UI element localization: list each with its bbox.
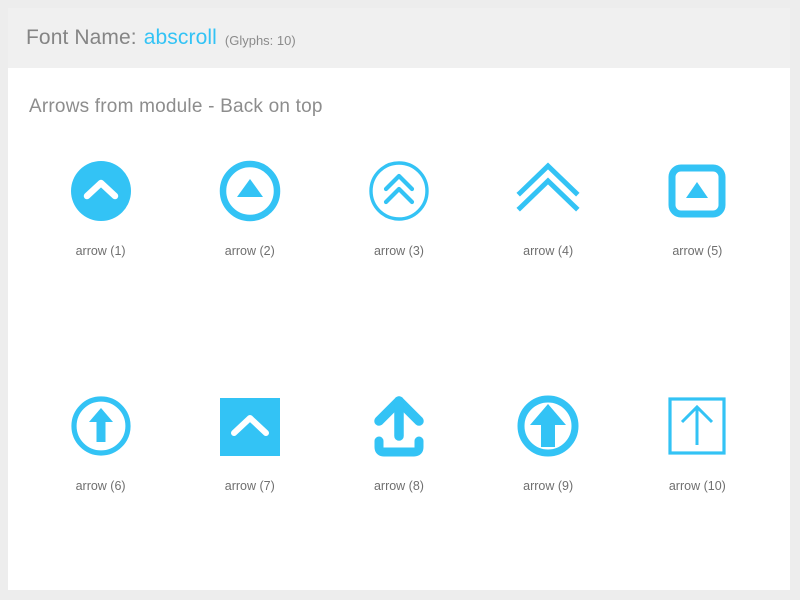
arrow-up-bold-circle-outline-icon[interactable] <box>505 383 591 469</box>
triangle-up-rounded-square-outline-icon[interactable] <box>654 148 740 234</box>
glyph-label: arrow (1) <box>75 244 126 258</box>
glyph-item[interactable]: arrow (7) <box>175 375 324 590</box>
glyph-label: arrow (10) <box>668 479 726 493</box>
upload-tray-arrow-up-icon[interactable] <box>356 383 442 469</box>
glyph-label: arrow (5) <box>672 244 723 258</box>
glyph-content: Arrows from module - Back on top arrow (… <box>8 68 790 590</box>
glyph-label: arrow (9) <box>523 479 574 493</box>
double-chevron-up-icon[interactable] <box>505 148 591 234</box>
triangle-up-circle-outline-icon[interactable] <box>207 148 293 234</box>
glyph-grid: arrow (1) arrow (2) arrow (3) arrow (4) … <box>26 140 772 590</box>
glyph-item[interactable]: arrow (1) <box>26 140 175 375</box>
glyph-item[interactable]: arrow (2) <box>175 140 324 375</box>
arrow-up-circle-outline-icon[interactable] <box>58 383 144 469</box>
font-name-value: abscroll <box>143 26 217 49</box>
glyph-item[interactable]: arrow (4) <box>474 140 623 375</box>
font-header-bar: Font Name: abscroll (Glyphs: 10) <box>8 8 790 68</box>
glyph-label: arrow (6) <box>75 479 126 493</box>
glyph-item[interactable]: arrow (9) <box>474 375 623 590</box>
font-name-label: Font Name: <box>26 26 137 49</box>
arrow-up-thin-square-outline-icon[interactable] <box>654 383 740 469</box>
chevron-up-circle-filled-icon[interactable] <box>58 148 144 234</box>
glyph-label: arrow (8) <box>373 479 424 493</box>
glyph-item[interactable]: arrow (8) <box>324 375 473 590</box>
section-title: Arrows from module - Back on top <box>29 96 323 117</box>
glyph-label: arrow (3) <box>373 244 424 258</box>
glyph-count-badge: (Glyphs: 10) <box>224 32 296 48</box>
chevron-up-square-filled-icon[interactable] <box>207 383 293 469</box>
glyph-label: arrow (2) <box>224 244 275 258</box>
glyph-preview-panel: Font Name: abscroll (Glyphs: 10) Arrows … <box>8 8 790 590</box>
glyph-item[interactable]: arrow (5) <box>623 140 772 375</box>
glyph-label: arrow (4) <box>523 244 574 258</box>
glyph-item[interactable]: arrow (10) <box>623 375 772 590</box>
glyph-item[interactable]: arrow (3) <box>324 140 473 375</box>
double-chevron-up-circle-outline-icon[interactable] <box>356 148 442 234</box>
glyph-label: arrow (7) <box>224 479 275 493</box>
glyph-item[interactable]: arrow (6) <box>26 375 175 590</box>
